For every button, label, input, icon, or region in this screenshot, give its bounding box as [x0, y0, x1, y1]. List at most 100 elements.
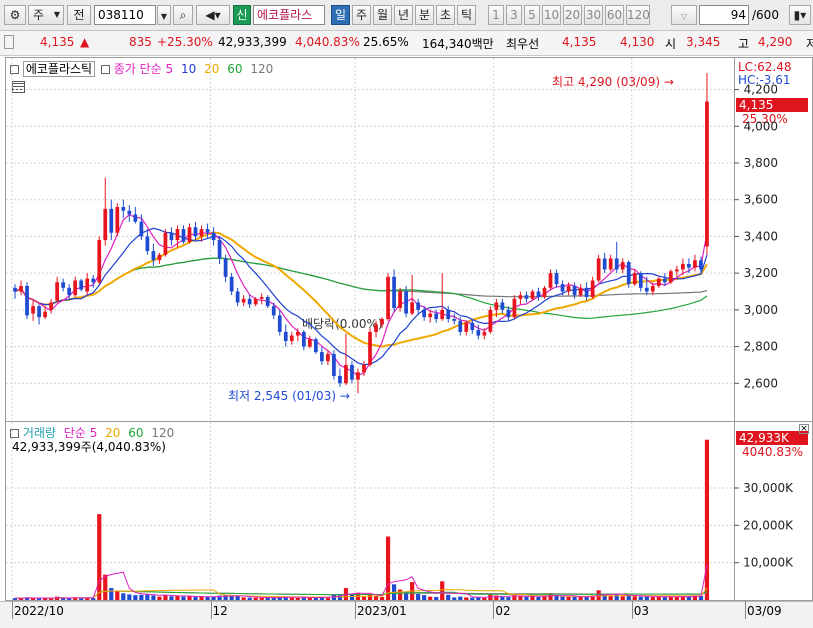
x-axis-label: 2022/10 [14, 604, 64, 618]
candle-body [307, 339, 312, 347]
candle-body [530, 291, 535, 299]
volume-bar [422, 595, 427, 600]
candle-body [386, 276, 390, 320]
candle-body [295, 331, 300, 336]
candle-body [368, 331, 372, 365]
volume-bar [566, 597, 571, 600]
candle-body [687, 263, 691, 268]
candle-body [602, 258, 607, 270]
x-axis-label: 2023/01 [356, 604, 407, 618]
candle-body [25, 285, 29, 316]
candle-body [536, 291, 541, 297]
candle-body [217, 240, 222, 259]
candle-body [97, 240, 102, 283]
volume-bar [530, 596, 535, 600]
volume-bar [385, 536, 391, 600]
candle-body [289, 335, 294, 342]
candle-body [31, 306, 35, 314]
candle-body [193, 227, 198, 237]
volume-bar [416, 594, 421, 600]
volume-bar [644, 596, 649, 600]
volume-bar [241, 597, 246, 600]
volume-bar [428, 596, 433, 600]
volume-bar [289, 597, 294, 600]
candle-body [662, 278, 667, 283]
candle-body [614, 258, 619, 270]
volume-bar [470, 597, 475, 600]
candle-body [61, 282, 66, 288]
candle-body [524, 295, 529, 299]
x-axis-tick [210, 601, 212, 619]
x-axis-label: 02 [495, 604, 511, 618]
price-tick-label: 3,000 [744, 303, 778, 317]
candle-body [205, 229, 210, 233]
candle-body [151, 251, 156, 261]
candle-body [73, 280, 78, 296]
candle-body [235, 291, 240, 303]
volume-bar [91, 598, 96, 600]
volume-bar [127, 594, 132, 600]
x-axis-label: 03 [633, 604, 650, 618]
volume-bar [434, 597, 439, 600]
volume-bar [175, 595, 180, 600]
candle-body [139, 221, 144, 237]
candle-body [560, 284, 565, 292]
candle-body [500, 302, 505, 310]
price-tick-label: 3,600 [744, 193, 778, 207]
candle-body [121, 207, 126, 211]
candle-body [79, 280, 84, 290]
volume-bar [704, 439, 710, 600]
volume-bar [458, 596, 463, 600]
volume-bar [42, 598, 48, 600]
candle-body [313, 339, 318, 353]
volume-bar [452, 597, 457, 600]
volume-bar [115, 591, 120, 600]
volume-bar [235, 596, 240, 600]
chart-plot-svg: 2,600 2,800 3,000 3,200 3,400 3,600 3,800 4,000… [6, 58, 794, 600]
volume-bar [572, 596, 577, 600]
x-axis-tick [493, 601, 495, 619]
candle-body [277, 315, 282, 332]
candle-body [626, 262, 631, 285]
candle-body [109, 208, 114, 233]
candle-body [422, 309, 427, 318]
candle-body [229, 276, 234, 292]
volume-bar [500, 596, 505, 600]
candle-body [464, 322, 469, 332]
candle-body [362, 364, 366, 373]
candle-body [187, 227, 192, 242]
volume-bar [620, 596, 625, 600]
candle-body [458, 320, 463, 332]
volume-bar [361, 596, 367, 600]
volume-bar [674, 597, 679, 600]
volume-bar [307, 597, 312, 600]
candle-body [271, 306, 276, 316]
candle-body [265, 296, 270, 307]
volume-tick-label: 30,000K [743, 481, 794, 495]
candle-body [705, 101, 709, 247]
volume-bar [205, 597, 210, 600]
candle-body [344, 364, 348, 384]
candle-body [247, 298, 252, 305]
volume-bar [446, 594, 451, 600]
candle-body [157, 254, 162, 261]
candle-body [356, 372, 360, 380]
volume-bar [397, 589, 403, 600]
volume-bar [151, 595, 156, 600]
candle-body [37, 306, 41, 318]
price-tick-label: 4,000 [744, 119, 778, 133]
x-axis-tick [745, 601, 746, 619]
x-axis-tick [12, 601, 13, 619]
candle-body [374, 324, 378, 332]
volume-tick-label: 10,000K [743, 556, 794, 570]
candle-body [548, 273, 553, 288]
candle-body [584, 287, 589, 297]
price-tick-label: 4,200 [744, 83, 778, 97]
volume-bar [524, 596, 529, 600]
candle-body [518, 295, 523, 299]
volume-bar [187, 596, 192, 600]
candle-body [506, 309, 511, 318]
volume-bar [638, 596, 643, 600]
volume-bar [632, 596, 637, 600]
volume-bar [482, 597, 487, 600]
